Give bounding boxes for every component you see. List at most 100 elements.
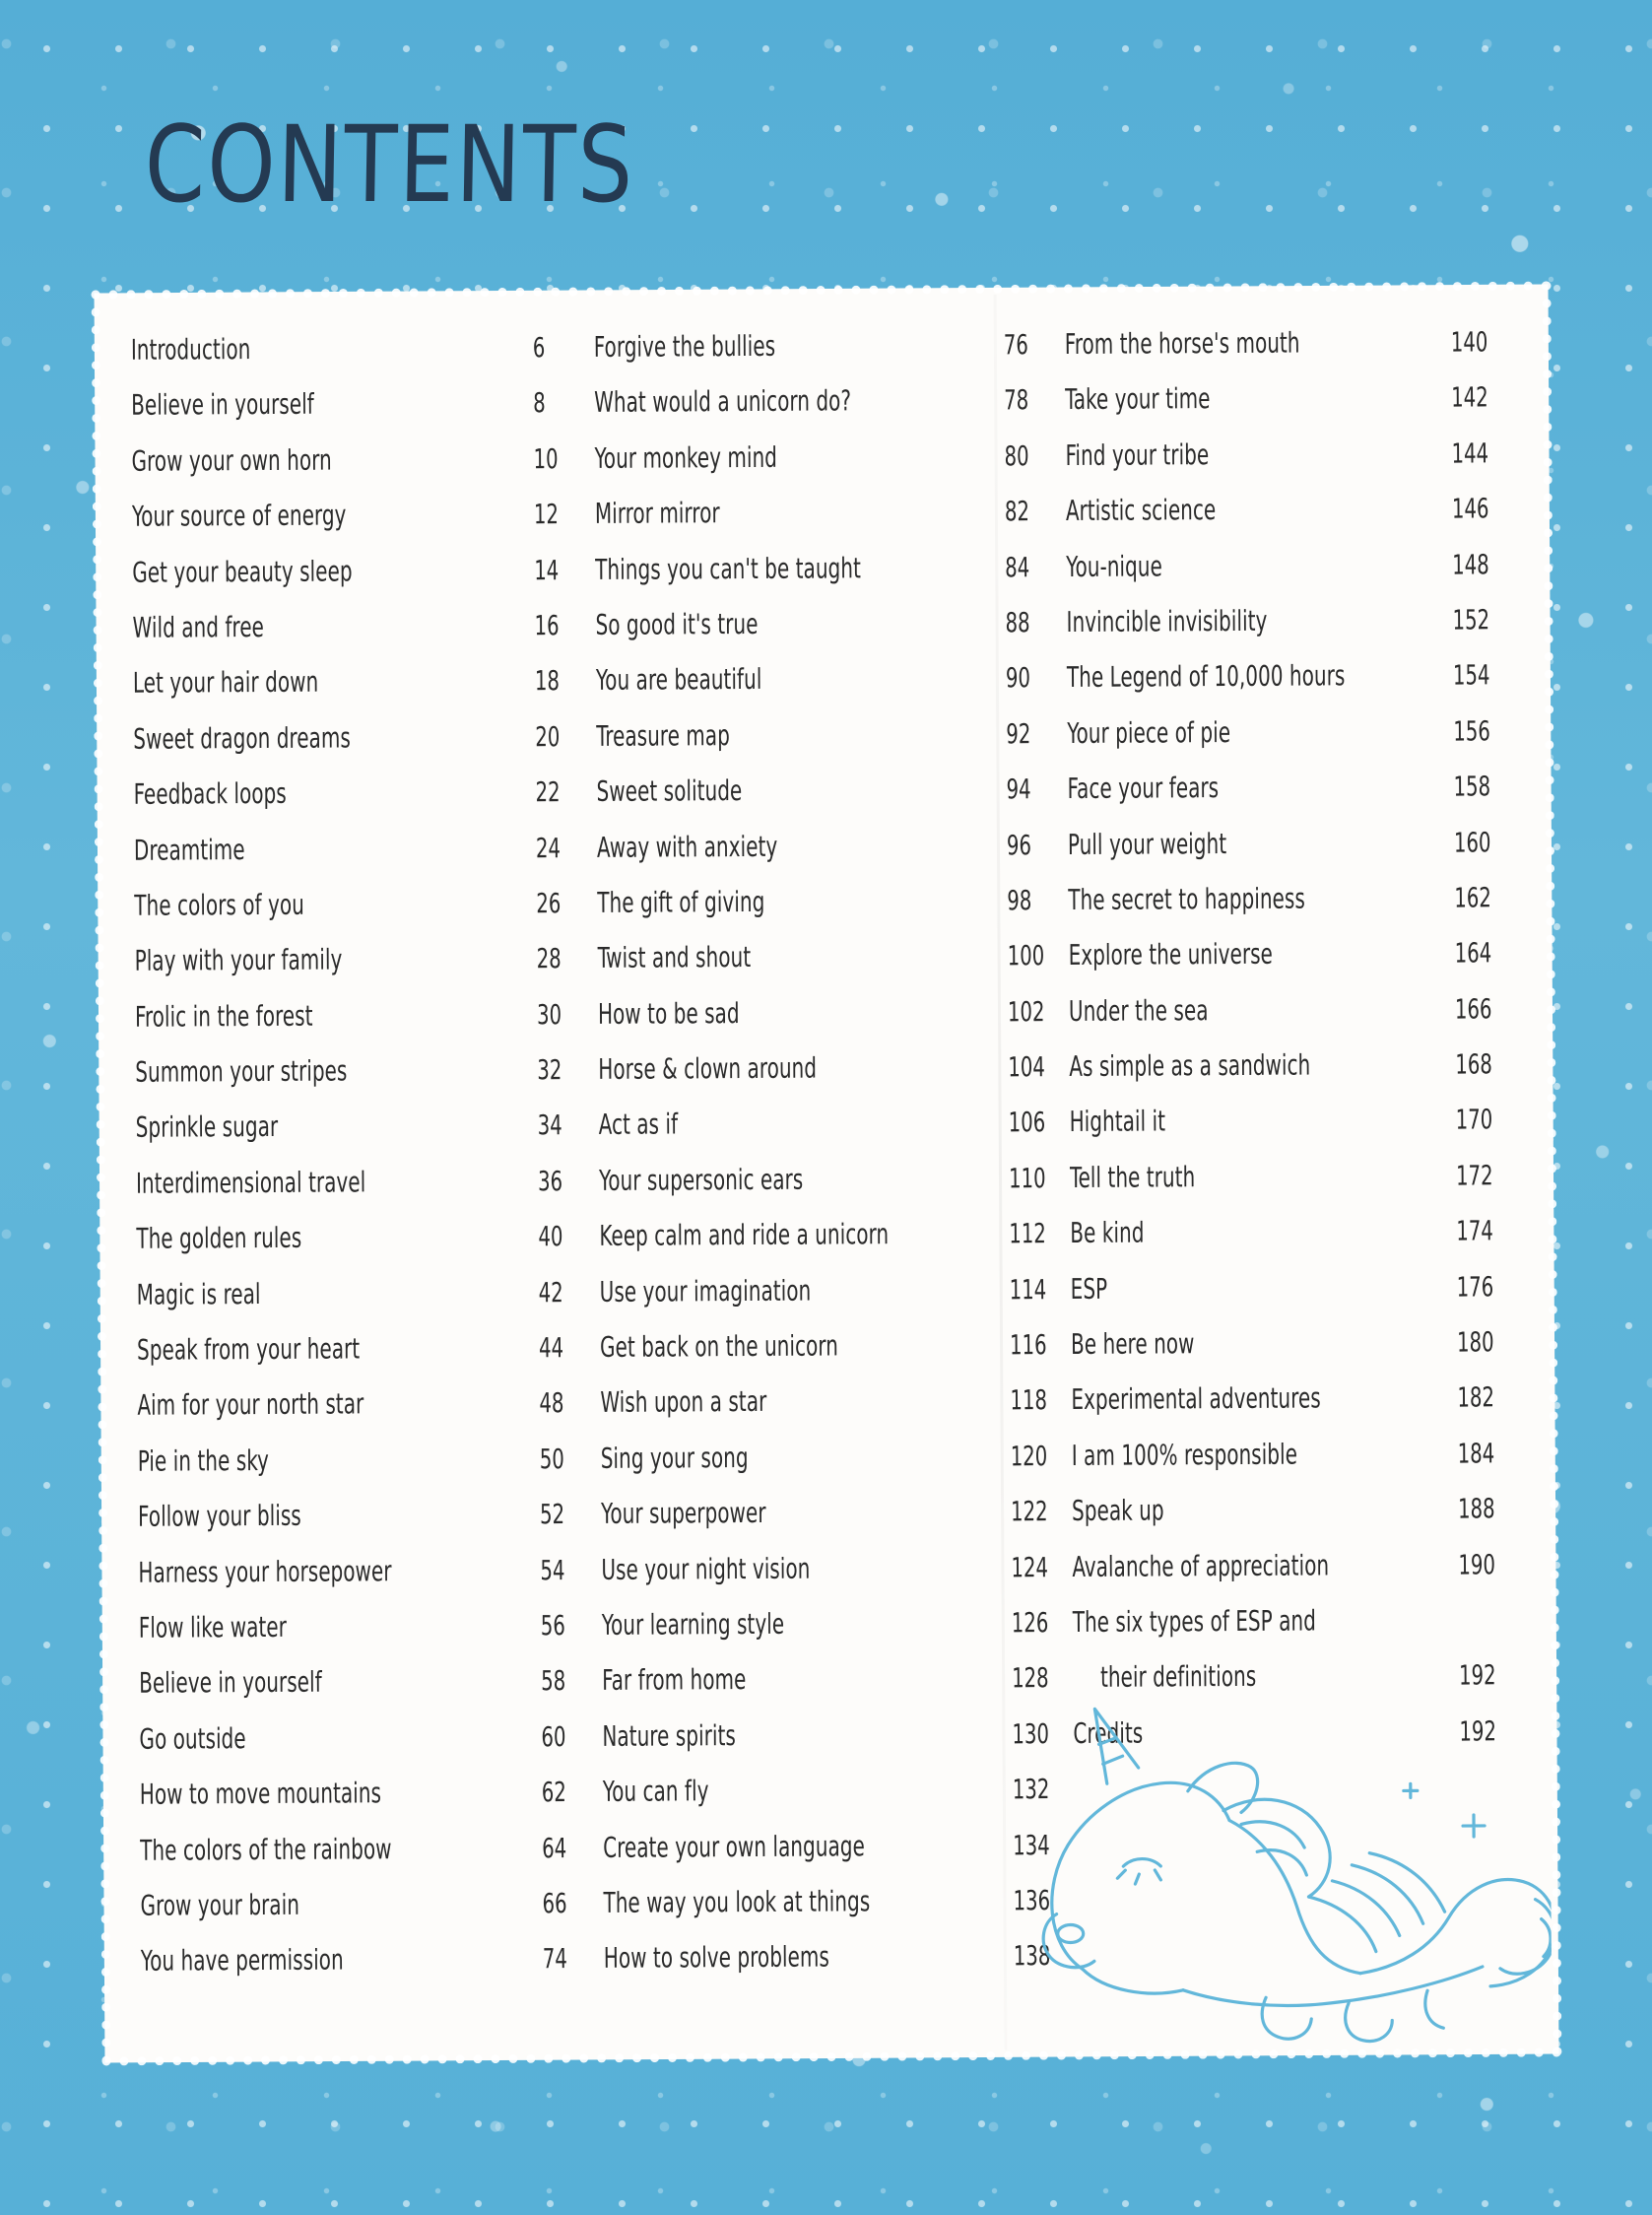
toc-entry[interactable]: Wish upon a star 118	[600, 1385, 1071, 1443]
toc-entry[interactable]: The colors of you 26	[134, 888, 597, 946]
toc-entry[interactable]: You have permission 74	[141, 1944, 604, 2002]
toc-entry[interactable]: Aim for your north star 48	[137, 1388, 600, 1446]
toc-entry[interactable]: Grow your brain 66	[140, 1888, 603, 1946]
toc-entry[interactable]: Your monkey mind 80	[594, 440, 1065, 499]
toc-entry[interactable]: Hightail it 170	[1070, 1105, 1517, 1163]
toc-entry[interactable]: Sweet dragon dreams 20	[133, 721, 596, 779]
toc-entry[interactable]: What would a unicorn do? 78	[594, 385, 1065, 443]
toc-entry[interactable]: Take your time 142	[1065, 382, 1512, 440]
toc-entry[interactable]: I am 100% responsible 184	[1072, 1439, 1519, 1497]
toc-entry-title: Forgive the bullies	[593, 330, 776, 365]
toc-entry[interactable]: Credits 192	[1073, 1715, 1520, 1774]
toc-entry[interactable]: Your supersonic ears 110	[599, 1163, 1070, 1221]
toc-entry-title: Frolic in the forest	[134, 999, 313, 1034]
toc-entry[interactable]: So good it's true 88	[595, 607, 1067, 665]
toc-entry-page-number: 168	[1455, 1049, 1492, 1082]
toc-entry[interactable]: Experimental adventures 182	[1071, 1382, 1518, 1441]
toc-entry[interactable]: Act as if 106	[599, 1108, 1070, 1166]
toc-entry[interactable]: Mirror mirror 82	[595, 497, 1066, 555]
toc-entry-page-number: 64	[542, 1833, 567, 1865]
toc-entry[interactable]: Wild and free 16	[133, 610, 596, 668]
toc-entry[interactable]: The secret to happiness 162	[1068, 883, 1515, 941]
toc-entry[interactable]: Grow your own horn 10	[131, 443, 594, 502]
toc-entry[interactable]: The golden rules 40	[136, 1222, 599, 1280]
toc-entry-page-number: 166	[1454, 993, 1492, 1026]
toc-entry-title: You are beautiful	[595, 663, 762, 698]
toc-entry[interactable]: Under the sea 166	[1069, 993, 1516, 1051]
toc-entry[interactable]: Use your imagination 114	[600, 1274, 1071, 1332]
toc-entry[interactable]: The colors of the rainbow 64	[140, 1833, 603, 1891]
toc-entry[interactable]: As simple as a sandwich 168	[1069, 1049, 1516, 1108]
toc-entry[interactable]: How to be sad 102	[598, 996, 1069, 1054]
toc-entry[interactable]: Explore the universe 164	[1069, 938, 1516, 996]
toc-entry[interactable]: Pie in the sky 50	[138, 1443, 601, 1502]
toc-entry[interactable]: Nature spirits 130	[602, 1718, 1073, 1777]
toc-entry[interactable]: How to solve problems 138	[604, 1941, 1075, 1999]
toc-entry[interactable]: Face your fears 158	[1068, 772, 1515, 830]
toc-entry[interactable]: Play with your family 28	[135, 944, 598, 1002]
toc-entry[interactable]: Speak up 188	[1072, 1494, 1519, 1552]
toc-entry[interactable]: The six types of ESP and	[1073, 1605, 1520, 1663]
toc-entry[interactable]: Believe in yourself 58	[139, 1666, 602, 1724]
toc-entry[interactable]: Be here now 180	[1071, 1327, 1518, 1385]
toc-entry-title: Away with anxiety	[596, 830, 778, 864]
toc-entry[interactable]: Feedback loops 22	[134, 777, 597, 836]
toc-entry[interactable]: Flow like water 56	[139, 1610, 602, 1668]
toc-entry[interactable]: Away with anxiety 96	[597, 830, 1068, 888]
toc-entry[interactable]: Your learning style 126	[602, 1607, 1073, 1665]
toc-entry[interactable]: From the horse's mouth 140	[1065, 327, 1512, 385]
toc-entry[interactable]: The gift of giving 98	[597, 885, 1068, 943]
toc-entry[interactable]: Dreamtime 24	[134, 833, 597, 891]
toc-entry[interactable]: Create your own language 134	[603, 1830, 1074, 1888]
toc-entry[interactable]: Invincible invisibility 152	[1066, 605, 1513, 663]
toc-entry-page-number: 164	[1454, 938, 1492, 971]
toc-entry[interactable]: Speak from your heart 44	[137, 1332, 600, 1390]
toc-entry[interactable]: Your piece of pie 156	[1067, 715, 1514, 773]
toc-entry[interactable]: Summon your stripes 32	[135, 1054, 598, 1112]
toc-entry[interactable]: You-nique 148	[1066, 549, 1513, 607]
toc-entry[interactable]: Far from home 128	[602, 1663, 1073, 1721]
toc-entry[interactable]: Your source of energy 12	[132, 500, 595, 558]
toc-entry[interactable]: Forgive the bullies 76	[594, 330, 1065, 388]
toc-entry[interactable]: Horse & clown around 104	[598, 1052, 1069, 1110]
toc-entry[interactable]: The Legend of 10,000 hours 154	[1067, 660, 1514, 718]
toc-entry[interactable]: The way you look at things 136	[603, 1885, 1074, 1943]
toc-entry-page-number: 22	[535, 776, 561, 809]
toc-entry[interactable]: Go outside 60	[139, 1721, 602, 1779]
toc-entry[interactable]: Twist and shout 100	[598, 941, 1069, 999]
toc-entry[interactable]: Get your beauty sleep 14	[132, 555, 595, 613]
toc-entry-title: Sweet dragon dreams	[133, 721, 351, 756]
toc-entry[interactable]: Avalanche of appreciation 190	[1072, 1549, 1519, 1607]
toc-entry[interactable]: Magic is real 42	[137, 1277, 600, 1335]
toc-entry[interactable]: Sing your song 120	[601, 1441, 1072, 1499]
toc-entry[interactable]: Introduction 6	[131, 332, 594, 390]
toc-entry[interactable]: their definitions 192	[1073, 1660, 1520, 1718]
toc-entry[interactable]: You can fly 132	[603, 1775, 1074, 1833]
toc-entry[interactable]: Believe in yourself 8	[131, 388, 594, 446]
toc-entry[interactable]: Get back on the unicorn 116	[600, 1330, 1071, 1388]
toc-entry[interactable]: Be kind 174	[1070, 1216, 1517, 1274]
toc-entry[interactable]: Sprinkle sugar 34	[136, 1110, 599, 1169]
toc-entry[interactable]: Let your hair down 18	[133, 666, 596, 724]
toc-entry[interactable]: Follow your bliss 52	[138, 1500, 601, 1558]
toc-entry[interactable]: Interdimensional travel 36	[136, 1166, 599, 1224]
toc-entry[interactable]: Keep calm and ride a unicorn 112	[599, 1219, 1070, 1277]
toc-entry[interactable]: Your superpower 122	[601, 1497, 1072, 1555]
toc-entry[interactable]: Treasure map 92	[596, 718, 1067, 776]
toc-entry[interactable]: Tell the truth 172	[1070, 1161, 1517, 1219]
toc-entry[interactable]: Sweet solitude 94	[597, 774, 1068, 833]
toc-entry[interactable]: Artistic science 146	[1066, 494, 1513, 552]
toc-entry[interactable]: Harness your horsepower 54	[138, 1555, 601, 1613]
toc-entry[interactable]: You are beautiful 90	[596, 663, 1067, 721]
toc-entry[interactable]: Use your night vision 124	[601, 1552, 1072, 1610]
toc-entry-title: ESP	[1070, 1272, 1108, 1307]
toc-entry-page-number: 24	[535, 833, 562, 865]
toc-entry[interactable]: How to move mountains 62	[140, 1778, 603, 1836]
toc-entry[interactable]: Find your tribe 144	[1065, 438, 1512, 497]
toc-entry[interactable]: Pull your weight 160	[1068, 827, 1515, 885]
toc-entry-title: Dreamtime	[133, 834, 245, 867]
toc-entry[interactable]: Frolic in the forest 30	[135, 999, 598, 1057]
toc-entry-page-number: 114	[1009, 1274, 1047, 1307]
toc-entry[interactable]: ESP 176	[1071, 1271, 1518, 1329]
toc-entry[interactable]: Things you can't be taught 84	[595, 552, 1066, 610]
